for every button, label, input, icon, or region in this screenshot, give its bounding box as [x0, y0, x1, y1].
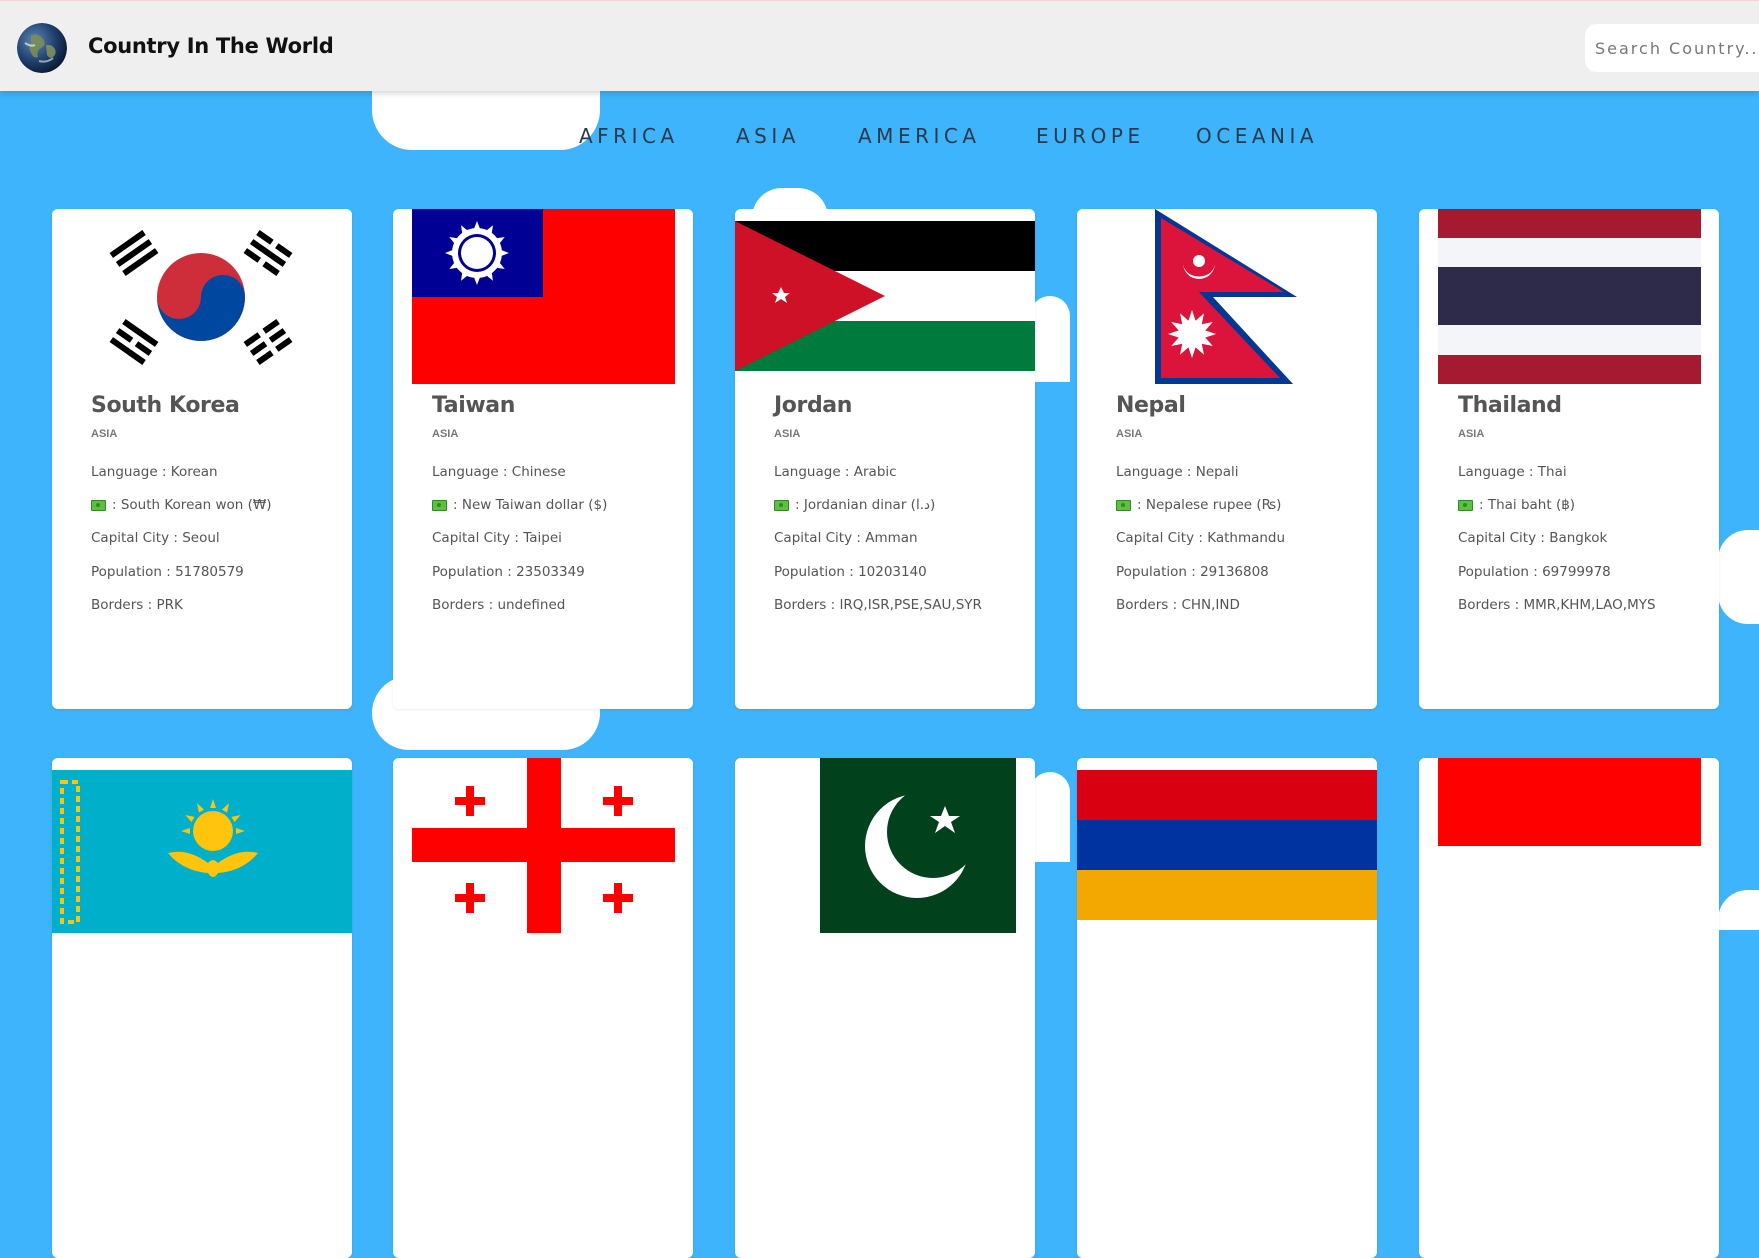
cloud-decoration [1718, 890, 1759, 930]
capital-row: Capital City : Bangkok [1458, 530, 1608, 546]
country-name: Thailand [1458, 393, 1562, 418]
country-card[interactable]: Nepal ASIA Language : Nepali : Nepalese … [1077, 209, 1377, 709]
country-card[interactable] [52, 758, 352, 1258]
nav-oceania[interactable]: OCEANIA [1196, 124, 1318, 148]
borders-row: Borders : PRK [91, 597, 183, 613]
capital-row: Capital City : Taipei [432, 530, 562, 546]
borders-row: Borders : undefined [432, 597, 566, 613]
jordan-flag-icon [735, 209, 1035, 384]
borders-row: Borders : IRQ,ISR,PSE,SAU,SYR [774, 597, 982, 613]
south-korea-flag-icon [52, 209, 352, 384]
country-card[interactable]: Taiwan ASIA Language : Chinese : New Tai… [393, 209, 693, 709]
money-icon [1458, 499, 1473, 511]
population-row: Population : 10203140 [774, 564, 927, 580]
country-card[interactable] [1077, 758, 1377, 1258]
nav-america[interactable]: AMERICA [858, 124, 981, 148]
nav-africa[interactable]: AFRICA [579, 124, 679, 148]
thailand-flag-icon [1419, 209, 1719, 384]
country-region: ASIA [91, 428, 118, 440]
country-name: Nepal [1116, 393, 1186, 418]
georgia-flag-icon [393, 758, 693, 933]
pakistan-flag-icon [735, 758, 1035, 933]
search-input[interactable] [1585, 24, 1759, 72]
money-icon [1116, 499, 1131, 511]
country-region: ASIA [432, 428, 459, 440]
currency-row: : Nepalese rupee (₨) [1116, 497, 1281, 513]
money-icon [774, 499, 789, 511]
site-title: Country In The World [88, 34, 334, 58]
country-card[interactable]: Jordan ASIA Language : Arabic : Jordania… [735, 209, 1035, 709]
borders-row: Borders : CHN,IND [1116, 597, 1240, 613]
nav-europe[interactable]: EUROPE [1036, 124, 1145, 148]
nav-asia[interactable]: ASIA [736, 124, 800, 148]
language-row: Language : Arabic [774, 464, 897, 480]
currency-row: : New Taiwan dollar ($) [432, 497, 607, 513]
country-card[interactable] [393, 758, 693, 1258]
country-region: ASIA [1458, 428, 1485, 440]
capital-row: Capital City : Amman [774, 530, 918, 546]
language-row: Language : Thai [1458, 464, 1567, 480]
population-row: Population : 29136808 [1116, 564, 1269, 580]
money-icon [432, 499, 447, 511]
language-row: Language : Korean [91, 464, 218, 480]
country-card[interactable] [735, 758, 1035, 1258]
kazakhstan-flag-icon [52, 758, 352, 933]
currency-row: : South Korean won (₩) [91, 497, 272, 513]
country-name: Taiwan [432, 393, 515, 418]
armenia-flag-icon [1077, 758, 1377, 933]
borders-row: Borders : MMR,KHM,LAO,MYS [1458, 597, 1656, 613]
currency-row: : Thai baht (฿) [1458, 497, 1575, 513]
capital-row: Capital City : Kathmandu [1116, 530, 1286, 546]
population-row: Population : 69799978 [1458, 564, 1611, 580]
country-name: South Korea [91, 393, 240, 418]
cloud-decoration [1030, 772, 1070, 862]
money-icon [91, 499, 106, 511]
nepal-flag-icon [1077, 209, 1377, 384]
globe-logo-icon [17, 23, 67, 73]
country-name: Jordan [774, 393, 853, 418]
country-card[interactable]: Thailand ASIA Language : Thai : Thai bah… [1419, 209, 1719, 709]
cloud-decoration [1718, 530, 1759, 624]
country-card[interactable] [1419, 758, 1719, 1258]
capital-row: Capital City : Seoul [91, 530, 220, 546]
taiwan-flag-icon [393, 209, 693, 384]
language-row: Language : Chinese [432, 464, 566, 480]
cloud-decoration [1030, 296, 1070, 382]
country-card[interactable]: South Korea ASIA Language : Korean : Sou… [52, 209, 352, 709]
country-region: ASIA [774, 428, 801, 440]
language-row: Language : Nepali [1116, 464, 1239, 480]
population-row: Population : 23503349 [432, 564, 585, 580]
region-nav: AFRICA ASIA AMERICA EUROPE OCEANIA [0, 124, 1759, 154]
app-header: Country In The World [0, 0, 1759, 91]
indonesia-flag-icon [1419, 758, 1719, 933]
currency-row: : Jordanian dinar (د.ا) [774, 497, 935, 513]
country-region: ASIA [1116, 428, 1143, 440]
population-row: Population : 51780579 [91, 564, 244, 580]
